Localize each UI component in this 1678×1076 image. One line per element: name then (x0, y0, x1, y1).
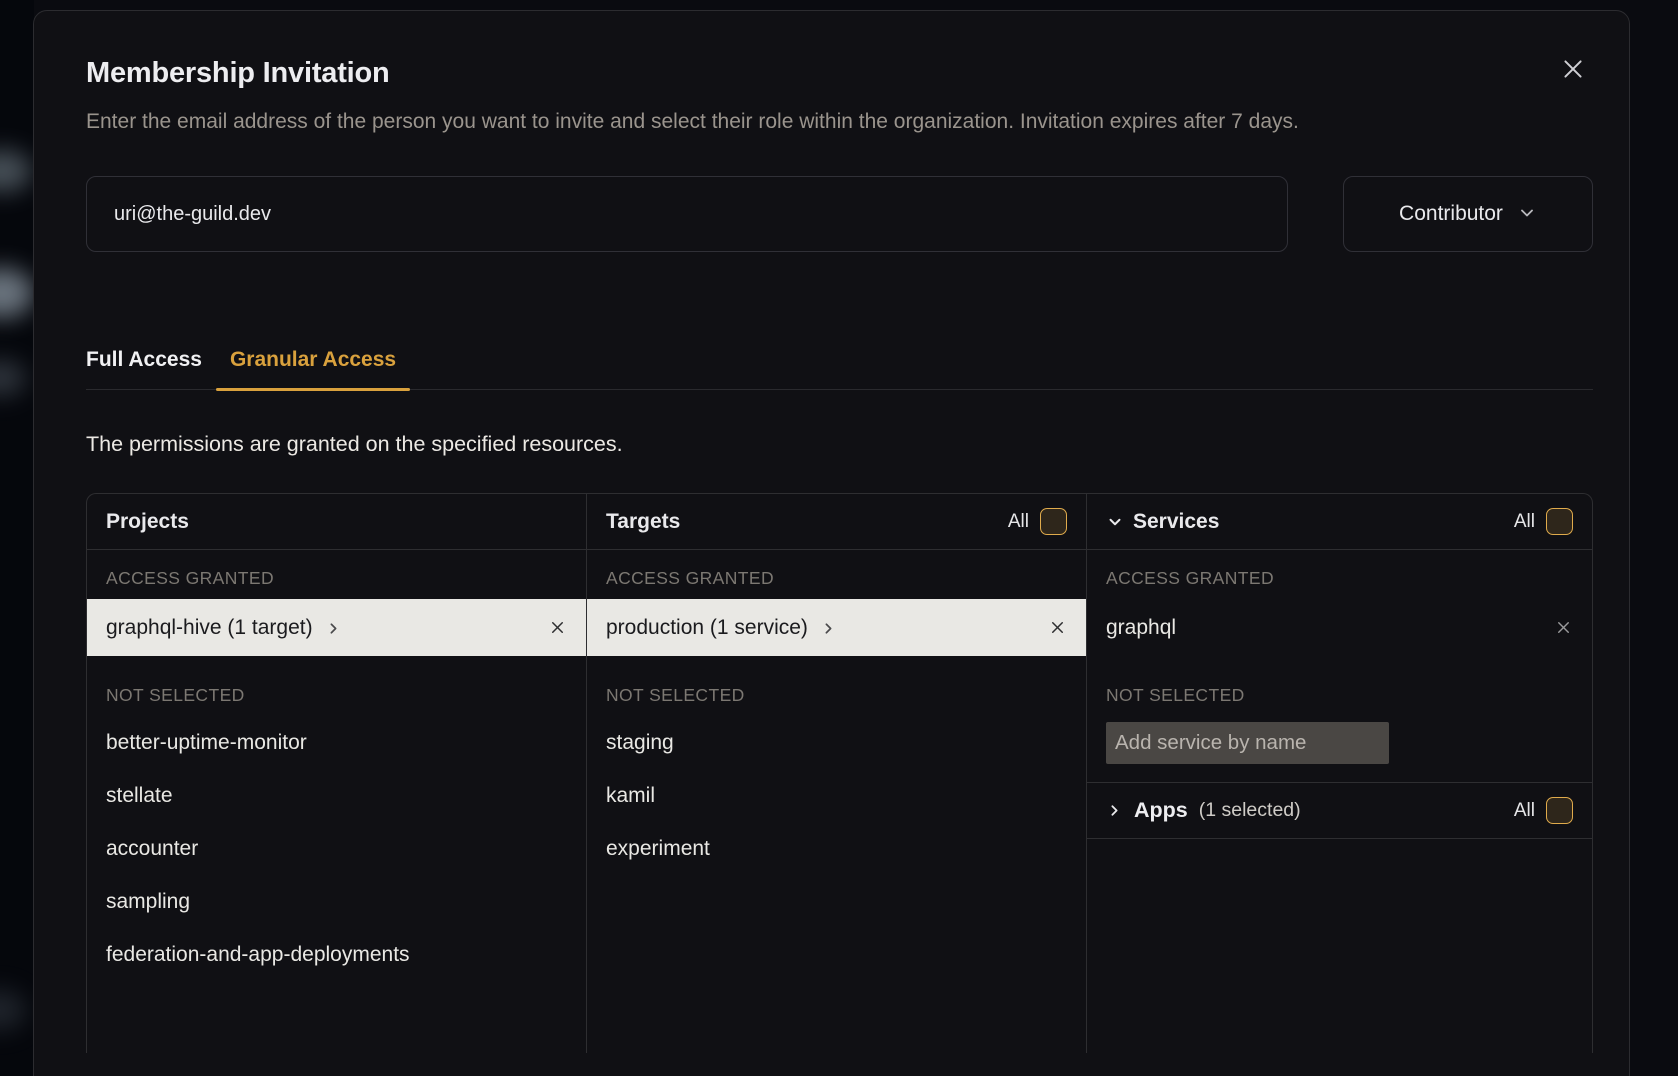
granted-service-row[interactable]: graphql (1087, 599, 1592, 656)
not-selected-label: NOT SELECTED (87, 674, 586, 716)
role-select[interactable]: Contributor (1343, 176, 1593, 252)
background-blur-blob (0, 990, 26, 1030)
project-item[interactable]: accounter (87, 822, 586, 875)
services-all-label: All (1514, 511, 1535, 533)
close-button[interactable] (1557, 53, 1589, 85)
target-item[interactable]: staging (587, 716, 1086, 769)
access-tabs: Full Access Granular Access (86, 348, 1593, 390)
chevron-right-icon (1106, 802, 1123, 819)
remove-service-button[interactable] (1554, 618, 1573, 637)
add-service-input[interactable] (1106, 722, 1389, 764)
services-header[interactable]: Services All (1087, 494, 1592, 550)
email-input[interactable] (86, 176, 1288, 252)
invite-row: Contributor (86, 176, 1593, 252)
access-granted-label: ACCESS GRANTED (587, 557, 1086, 599)
targets-all-checkbox[interactable] (1040, 508, 1067, 535)
apps-all-label: All (1514, 800, 1535, 822)
permissions-note: The permissions are granted on the speci… (86, 432, 1593, 457)
apps-all-checkbox[interactable] (1546, 797, 1573, 824)
targets-all-label: All (1008, 511, 1029, 533)
background-blur-blob (0, 268, 34, 318)
x-icon (1048, 618, 1067, 637)
access-granted-label: ACCESS GRANTED (1087, 557, 1592, 599)
granted-project-row[interactable]: graphql-hive (1 target) (87, 599, 586, 656)
membership-invitation-modal: Membership Invitation Enter the email ad… (33, 10, 1630, 1076)
blurred-page-background (0, 0, 34, 1076)
apps-label: Apps (1134, 798, 1188, 823)
targets-header: Targets All (587, 494, 1086, 550)
remove-project-button[interactable] (548, 618, 567, 637)
tab-full-access[interactable]: Full Access (86, 348, 202, 389)
background-blur-blob (0, 360, 26, 396)
close-icon (1560, 56, 1586, 82)
services-header-label: Services (1133, 510, 1219, 534)
chevron-down-icon (1517, 203, 1537, 229)
project-item[interactable]: sampling (87, 875, 586, 928)
project-item[interactable]: federation-and-app-deployments (87, 928, 586, 981)
apps-count: (1 selected) (1199, 799, 1301, 822)
targets-header-label: Targets (606, 510, 680, 534)
granted-project-label: graphql-hive (1 target) (106, 616, 313, 640)
project-item[interactable]: better-uptime-monitor (87, 716, 586, 769)
x-icon (1554, 618, 1573, 637)
chevron-right-icon (820, 620, 837, 637)
access-granted-label: ACCESS GRANTED (87, 557, 586, 599)
targets-column: Targets All ACCESS GRANTED production (1… (587, 494, 1087, 1053)
apps-section-row[interactable]: Apps (1 selected) All (1087, 782, 1592, 839)
granted-service-label: graphql (1106, 616, 1176, 640)
target-item[interactable]: experiment (587, 822, 1086, 875)
modal-title: Membership Invitation (86, 57, 1593, 90)
services-column: Services All ACCESS GRANTED graphql NOT … (1087, 494, 1592, 1053)
chevron-right-icon (325, 620, 342, 637)
services-select-all: All (1514, 508, 1573, 535)
projects-header-label: Projects (106, 510, 189, 534)
modal-description: Enter the email address of the person yo… (86, 104, 1516, 140)
chevron-down-icon (1106, 513, 1124, 531)
granted-target-row[interactable]: production (1 service) (587, 599, 1086, 656)
granted-target-label: production (1 service) (606, 616, 808, 640)
targets-select-all: All (1008, 508, 1067, 535)
tab-granular-access[interactable]: Granular Access (230, 348, 396, 389)
target-item[interactable]: kamil (587, 769, 1086, 822)
services-all-checkbox[interactable] (1546, 508, 1573, 535)
remove-target-button[interactable] (1048, 618, 1067, 637)
not-selected-label: NOT SELECTED (1087, 674, 1592, 716)
role-selected-value: Contributor (1399, 202, 1503, 226)
resources-table: Projects ACCESS GRANTED graphql-hive (1 … (86, 493, 1593, 1053)
project-item[interactable]: stellate (87, 769, 586, 822)
projects-header: Projects (87, 494, 586, 550)
projects-column: Projects ACCESS GRANTED graphql-hive (1 … (87, 494, 587, 1053)
not-selected-label: NOT SELECTED (587, 674, 1086, 716)
background-blur-blob (0, 150, 32, 192)
apps-select-all: All (1514, 797, 1573, 824)
x-icon (548, 618, 567, 637)
